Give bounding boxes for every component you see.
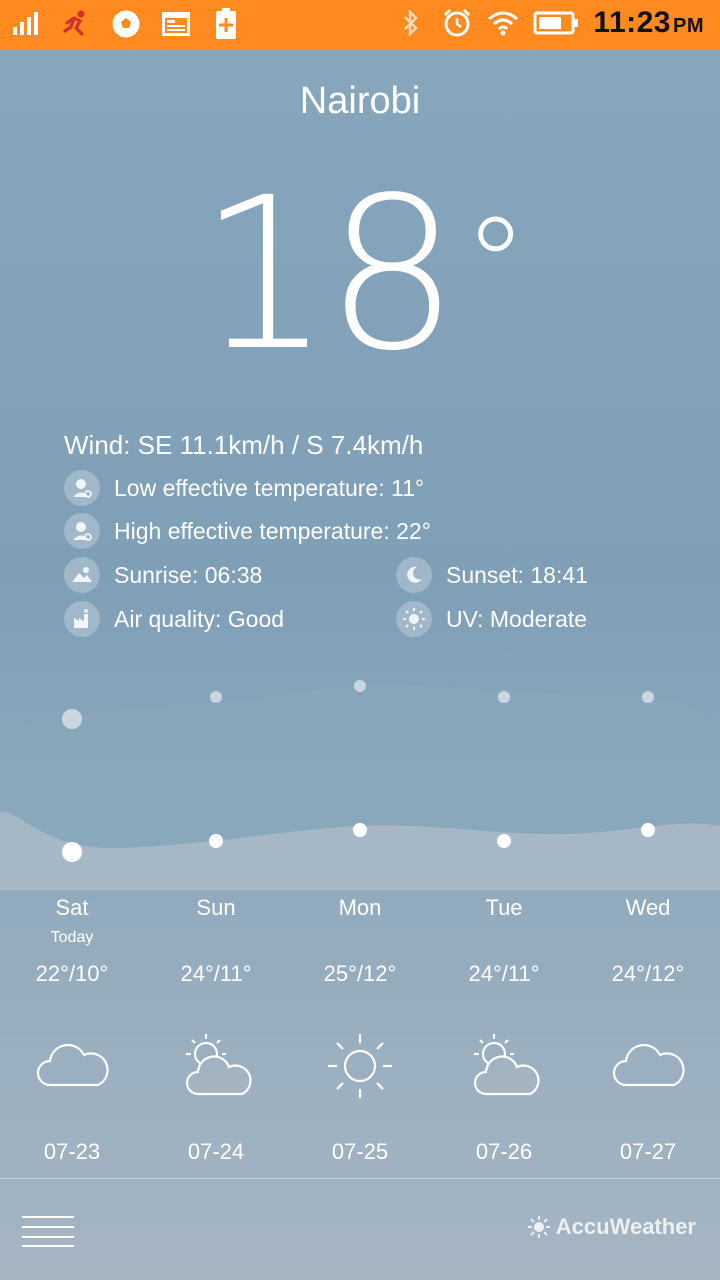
signal-icon bbox=[10, 8, 42, 40]
day-name: Sun bbox=[196, 895, 236, 920]
accuweather-brand[interactable]: AccuWeather bbox=[527, 1214, 696, 1240]
temperature-range: 24°/12° bbox=[611, 961, 685, 986]
day-date: 07-27 bbox=[619, 1139, 677, 1164]
temperature-range: 24°/11° bbox=[468, 961, 540, 986]
day-date: 07-24 bbox=[187, 1139, 245, 1164]
low-effective-row: Low effective temperature: 11° bbox=[64, 470, 424, 506]
day-date: 07-25 bbox=[331, 1139, 389, 1164]
high-point-tue bbox=[498, 691, 510, 703]
sun-icon bbox=[320, 1030, 400, 1100]
temperature-value: 18 bbox=[197, 152, 459, 397]
temperature-range: 22°/10° bbox=[35, 961, 109, 986]
person-temperature-icon bbox=[64, 470, 100, 506]
wind-info: Wind: SE 11.1km/h / S 7.4km/h bbox=[64, 430, 424, 460]
sunrise-row: Sunrise: 06:38 bbox=[64, 557, 262, 593]
partly-sunny-icon bbox=[176, 1030, 256, 1100]
daily-forecast: Sat Today 22°/10° 07-23 Sun 24°/11° 07-2… bbox=[0, 895, 720, 1185]
low-point-wed bbox=[641, 823, 655, 837]
temperature-range: 25°/12° bbox=[323, 961, 397, 986]
day-date: 07-23 bbox=[43, 1139, 101, 1164]
cloud-icon bbox=[608, 1030, 688, 1100]
battery-icon bbox=[533, 7, 579, 39]
factory-icon bbox=[64, 601, 100, 637]
air-quality-row: Air quality: Good bbox=[64, 601, 284, 637]
uv-index: UV: Moderate bbox=[446, 605, 588, 632]
battery-plus-icon bbox=[210, 8, 242, 40]
uv-row: UV: Moderate bbox=[396, 601, 587, 637]
day-name: Wed bbox=[625, 895, 671, 920]
day-date: 07-26 bbox=[475, 1139, 533, 1164]
low-point-sun bbox=[209, 834, 223, 848]
current-temperature: 18° bbox=[0, 170, 720, 380]
footer-divider bbox=[0, 1178, 720, 1179]
temperature-range: 24°/11° bbox=[180, 961, 252, 986]
high-point-sun bbox=[210, 691, 222, 703]
brand-name: AccuWeather bbox=[555, 1214, 696, 1239]
partly-sunny-icon bbox=[464, 1030, 544, 1100]
low-effective-temperature: Low effective temperature: 11° bbox=[114, 474, 425, 501]
status-bar: 11:23 PM bbox=[0, 0, 720, 50]
cloud-icon bbox=[32, 1030, 112, 1100]
day-name: Sat bbox=[55, 895, 89, 920]
high-point-mon bbox=[354, 680, 366, 692]
uv-sun-icon bbox=[396, 601, 432, 637]
bluetooth-icon bbox=[395, 7, 427, 39]
sunset-time: Sunset: 18:41 bbox=[446, 561, 588, 588]
hamburger-menu-icon bbox=[22, 1216, 74, 1247]
accuweather-sun-icon bbox=[527, 1216, 550, 1238]
calendar-icon bbox=[160, 8, 192, 40]
low-point-sat bbox=[62, 842, 82, 862]
person-temperature-icon bbox=[64, 513, 100, 549]
day-subtitle: Today bbox=[50, 929, 94, 946]
sunrise-time: Sunrise: 06:38 bbox=[114, 561, 263, 588]
day-name: Tue bbox=[485, 895, 523, 920]
high-point-wed bbox=[642, 691, 654, 703]
low-point-mon bbox=[353, 823, 367, 837]
soccer-icon bbox=[110, 8, 142, 40]
menu-button[interactable] bbox=[20, 1214, 76, 1248]
high-point-sat bbox=[62, 709, 82, 729]
air-quality: Air quality: Good bbox=[114, 605, 285, 632]
day-name: Mon bbox=[338, 895, 382, 920]
status-time: 11:23 PM bbox=[593, 6, 704, 39]
low-point-tue bbox=[497, 834, 511, 848]
high-effective-temperature: High effective temperature: 22° bbox=[114, 517, 431, 544]
degree-symbol: ° bbox=[463, 189, 528, 341]
sunset-row: Sunset: 18:41 bbox=[396, 557, 588, 593]
temperature-trend-graph bbox=[0, 680, 720, 890]
sunrise-icon bbox=[64, 557, 100, 593]
runner-icon bbox=[60, 8, 92, 40]
city-name[interactable]: Nairobi bbox=[0, 80, 720, 123]
moon-icon bbox=[396, 557, 432, 593]
high-effective-row: High effective temperature: 22° bbox=[64, 513, 431, 549]
wifi-icon bbox=[487, 7, 519, 39]
alarm-icon bbox=[441, 7, 473, 39]
